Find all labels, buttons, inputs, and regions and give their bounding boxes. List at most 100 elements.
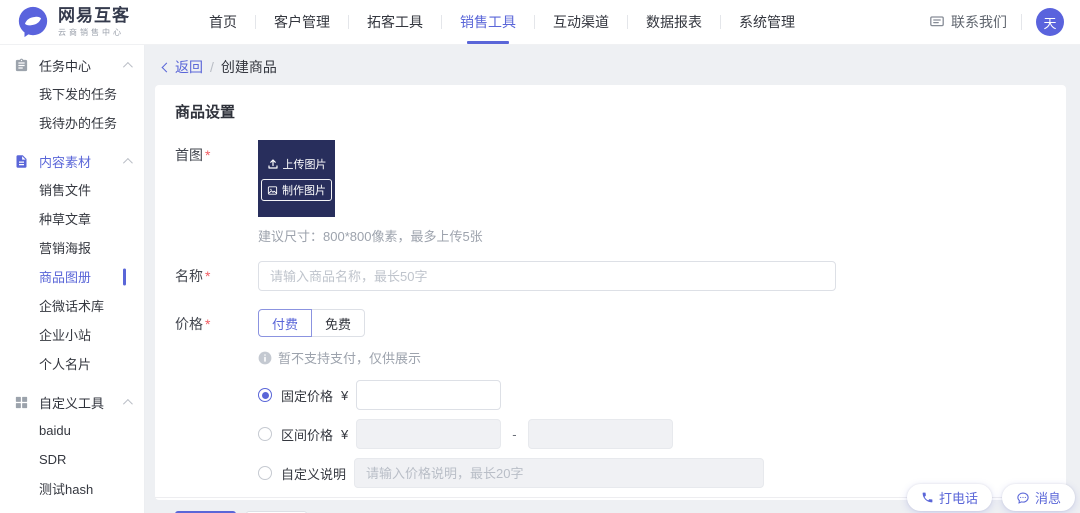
price-label: 价格 * [175, 316, 211, 332]
logo-title: 网易互客 [58, 5, 130, 25]
nav-divider [720, 15, 721, 29]
floating-actions: 打电话 消息 [906, 484, 1075, 511]
price-note: 暂不支持支付，仅供展示 [258, 348, 764, 367]
sidebar-item-tasks-sent[interactable]: 我下发的任务 [0, 79, 144, 108]
image-icon [267, 185, 278, 196]
nav-divider [441, 15, 442, 29]
content-icon [14, 154, 29, 169]
sidebar-item-marketing-posters[interactable]: 营销海报 [0, 233, 144, 262]
message-icon [1016, 491, 1030, 505]
range-separator: - [512, 426, 517, 442]
upload-hint: 建议尺寸：800*800像素，最多上传5张 [258, 229, 483, 244]
paid-toggle-button[interactable]: 付费 [258, 309, 313, 337]
range-price-max-input[interactable] [527, 419, 673, 449]
nav-tab-customer-management[interactable]: 客户管理 [274, 0, 330, 44]
sidebar-group-label: 自定义工具 [39, 395, 105, 411]
message-label: 消息 [1034, 491, 1061, 506]
range-price-label: 区间价格 [281, 427, 334, 443]
sidebar-item-sales-files[interactable]: 销售文件 [0, 175, 144, 204]
price-mode-toggle: 付费 免费 [258, 309, 764, 337]
currency-symbol: ¥ [341, 426, 349, 442]
custom-price-radio[interactable] [258, 466, 272, 480]
sidebar-item-seeding-articles[interactable]: 种草文章 [0, 204, 144, 233]
page-title: 创建商品 [220, 59, 277, 75]
nav-divider [348, 15, 349, 29]
logo: 网易互客 云商销售中心 [16, 5, 162, 39]
back-chevron-icon [161, 62, 172, 72]
sidebar-item-wecom-script-library[interactable]: 企微话术库 [0, 291, 144, 320]
chevron-up-icon [122, 398, 133, 409]
header-divider [1021, 14, 1022, 30]
fixed-price-label: 固定价格 [281, 388, 334, 404]
call-button[interactable]: 打电话 [906, 484, 992, 511]
nav-tab-data-reports[interactable]: 数据报表 [646, 0, 702, 44]
sidebar-group-task-center[interactable]: 任务中心 [0, 51, 144, 79]
contact-us-label: 联系我们 [951, 14, 1007, 30]
sidebar-item-tasks-todo[interactable]: 我待办的任务 [0, 108, 144, 137]
fixed-price-option: 固定价格 ¥ [258, 380, 764, 410]
back-button[interactable]: 返回 [161, 57, 203, 77]
chevron-up-icon [122, 157, 133, 168]
avatar[interactable]: 天 [1036, 8, 1064, 36]
free-toggle-button[interactable]: 免费 [311, 309, 366, 337]
message-button[interactable]: 消息 [1001, 484, 1075, 511]
grid-icon [14, 395, 29, 410]
sidebar-group-label: 任务中心 [39, 58, 92, 74]
nav-tab-system-management[interactable]: 系统管理 [739, 0, 795, 44]
sidebar-item-sdr[interactable]: SDR [0, 445, 144, 474]
required-mark: * [205, 268, 211, 284]
fixed-price-radio[interactable] [258, 388, 272, 402]
fixed-price-input[interactable] [356, 380, 502, 410]
sidebar-group-custom-tools[interactable]: 自定义工具 [0, 388, 144, 416]
nav-tab-interaction-channels[interactable]: 互动渠道 [553, 0, 609, 44]
custom-price-label: 自定义说明 [281, 466, 347, 482]
phone-icon [921, 491, 934, 504]
top-header: 网易互客 云商销售中心 首页 客户管理 拓客工具 销售工具 互动渠道 数据报表 … [0, 0, 1080, 45]
main-image-row: 首图 * 上传图片 制作图片 建议尺寸：800*800像素，最多上传5张 [175, 140, 1046, 245]
logo-icon [16, 5, 50, 39]
make-image-button[interactable]: 制作图片 [261, 179, 332, 201]
nav-divider [255, 15, 256, 29]
sidebar-item-company-minisite[interactable]: 企业小站 [0, 320, 144, 349]
main-image-label: 首图 * [175, 147, 211, 163]
nav-tab-customer-acquisition-tools[interactable]: 拓客工具 [367, 0, 423, 44]
name-label: 名称 * [175, 268, 211, 284]
price-row: 价格 * 付费 免费 暂不支持支付，仅供展示 固定价格 ¥ 区间价格 ¥ - 自… [175, 309, 1046, 497]
info-icon [258, 351, 272, 365]
nav-divider [534, 15, 535, 29]
breadcrumb: 返回 / 创建商品 [155, 57, 1066, 85]
section-title: 商品设置 [175, 104, 236, 121]
sidebar-item-test-hash[interactable]: 测试hash [0, 474, 144, 503]
back-label: 返回 [175, 59, 203, 75]
main-nav: 首页 客户管理 拓客工具 销售工具 互动渠道 数据报表 系统管理 [200, 0, 804, 44]
sidebar-item-baidu[interactable]: baidu [0, 416, 144, 445]
upload-image-button[interactable]: 上传图片 [267, 156, 327, 172]
sidebar-group-label: 内容素材 [39, 154, 92, 170]
product-name-input[interactable] [258, 261, 836, 291]
range-price-radio[interactable] [258, 427, 272, 441]
range-price-option: 区间价格 ¥ - [258, 419, 764, 449]
breadcrumb-separator: / [210, 59, 214, 75]
tasks-icon [14, 58, 29, 73]
sidebar-item-product-albums[interactable]: 商品图册 [0, 262, 144, 291]
sidebar: 任务中心 我下发的任务 我待办的任务 内容素材 销售文件 种草文章 营销海报 商… [0, 45, 145, 513]
range-price-min-input[interactable] [356, 419, 502, 449]
chat-icon [929, 14, 945, 30]
main-content: 返回 / 创建商品 商品设置 首图 * 上传图片 制作图片 建议尺寸：800*8… [145, 45, 1080, 513]
nav-tab-home[interactable]: 首页 [209, 0, 237, 44]
nav-divider [627, 15, 628, 29]
currency-symbol: ¥ [341, 387, 349, 403]
create-product-card: 商品设置 首图 * 上传图片 制作图片 建议尺寸：800*800像素，最多上传5… [155, 85, 1066, 513]
call-label: 打电话 [938, 491, 978, 506]
required-mark: * [205, 147, 211, 163]
sidebar-item-personal-card[interactable]: 个人名片 [0, 349, 144, 378]
sidebar-group-content-materials[interactable]: 内容素材 [0, 147, 144, 175]
contact-us-button[interactable]: 联系我们 [929, 12, 1007, 32]
custom-price-option: 自定义说明 [258, 458, 765, 488]
image-upload-dropzone[interactable]: 上传图片 制作图片 [258, 140, 335, 217]
custom-price-input[interactable] [354, 458, 765, 488]
nav-tab-sales-tools[interactable]: 销售工具 [460, 0, 516, 44]
required-mark: * [205, 316, 211, 332]
upload-icon [267, 158, 279, 170]
chevron-up-icon [122, 61, 133, 72]
